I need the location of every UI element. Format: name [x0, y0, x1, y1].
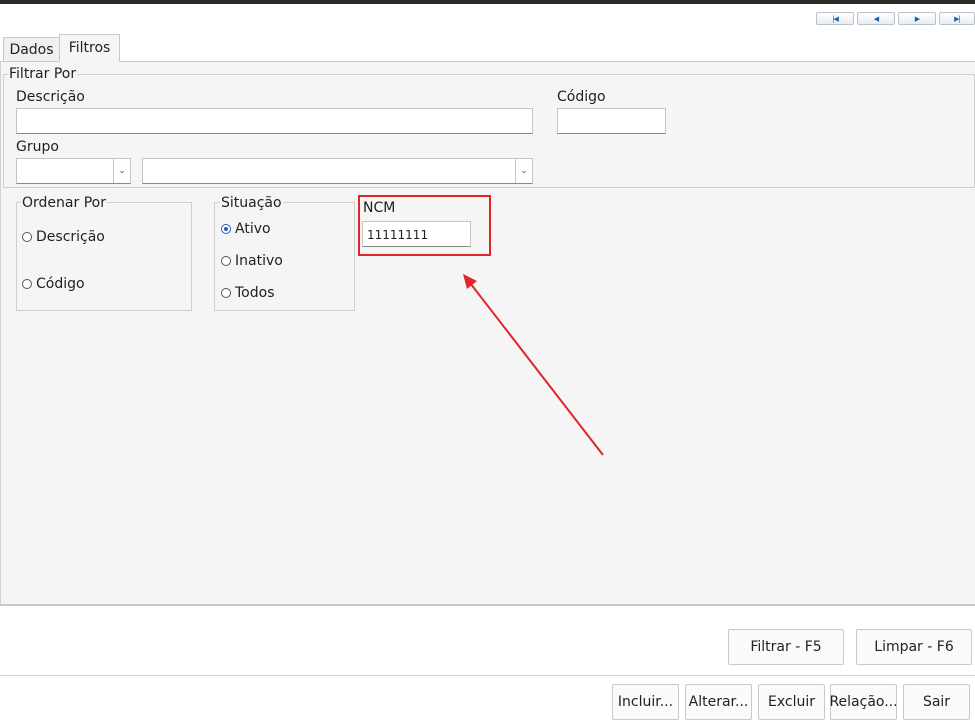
- grupo-name-select[interactable]: ⌄: [142, 158, 533, 184]
- annotation-arrow-icon: [463, 274, 604, 456]
- arrow-shaft: [466, 278, 604, 456]
- tab-filtros[interactable]: Filtros: [59, 34, 120, 62]
- next-record-button[interactable]: ▶: [898, 12, 936, 25]
- window-top-border: [0, 0, 975, 4]
- sair-button[interactable]: Sair: [903, 684, 970, 720]
- first-page-icon: |◀: [832, 14, 839, 23]
- first-record-button[interactable]: |◀: [816, 12, 854, 25]
- situacao-inativo-radio[interactable]: Inativo: [221, 253, 283, 269]
- descricao-label: Descrição: [16, 89, 85, 105]
- ncm-highlight-box: [358, 195, 491, 256]
- radio-icon[interactable]: [22, 279, 32, 289]
- ordenar-descricao-label: Descrição: [36, 229, 105, 245]
- grupo-code-select[interactable]: ⌄: [16, 158, 131, 184]
- ordenar-descricao-radio[interactable]: Descrição: [22, 229, 105, 245]
- situacao-ativo-label: Ativo: [235, 221, 271, 237]
- arrow-head: [463, 274, 477, 289]
- ordenar-codigo-radio[interactable]: Código: [22, 276, 85, 292]
- last-page-icon: ▶|: [954, 14, 961, 23]
- situacao-inativo-label: Inativo: [235, 253, 283, 269]
- chevron-down-icon[interactable]: ⌄: [113, 159, 130, 183]
- tab-dados[interactable]: Dados: [3, 37, 60, 62]
- situacao-legend: Situação: [220, 195, 283, 211]
- radio-checked-icon[interactable]: [221, 224, 231, 234]
- radio-icon[interactable]: [221, 288, 231, 298]
- radio-icon[interactable]: [221, 256, 231, 266]
- codigo-label: Código: [557, 89, 606, 105]
- situacao-todos-label: Todos: [235, 285, 275, 301]
- chevron-down-icon[interactable]: ⌄: [515, 159, 532, 183]
- alterar-button[interactable]: Alterar...: [685, 684, 752, 720]
- filtrar-button[interactable]: Filtrar - F5: [728, 629, 844, 665]
- situacao-ativo-radio[interactable]: Ativo: [221, 221, 271, 237]
- situacao-todos-radio[interactable]: Todos: [221, 285, 274, 301]
- codigo-input[interactable]: [557, 108, 666, 134]
- limpar-button[interactable]: Limpar - F6: [856, 629, 972, 665]
- radio-icon[interactable]: [22, 232, 32, 242]
- grupo-label: Grupo: [16, 139, 59, 155]
- last-record-button[interactable]: ▶|: [939, 12, 975, 25]
- filtrar-por-legend: Filtrar Por: [8, 66, 78, 82]
- divider: [0, 675, 975, 676]
- excluir-button[interactable]: Excluir: [758, 684, 825, 720]
- incluir-button[interactable]: Incluir...: [612, 684, 679, 720]
- next-icon: ▶: [914, 14, 920, 23]
- descricao-input[interactable]: [16, 108, 533, 134]
- previous-icon: ◀: [873, 14, 879, 23]
- tab-filtros-label: Filtros: [68, 40, 111, 56]
- previous-record-button[interactable]: ◀: [857, 12, 895, 25]
- ordenar-por-legend: Ordenar Por: [21, 195, 107, 211]
- tab-dados-label: Dados: [9, 42, 54, 58]
- relacao-button[interactable]: Relação...: [829, 684, 898, 720]
- ordenar-por-group: [16, 202, 192, 311]
- ordenar-codigo-label: Código: [36, 276, 85, 292]
- divider: [0, 604, 975, 606]
